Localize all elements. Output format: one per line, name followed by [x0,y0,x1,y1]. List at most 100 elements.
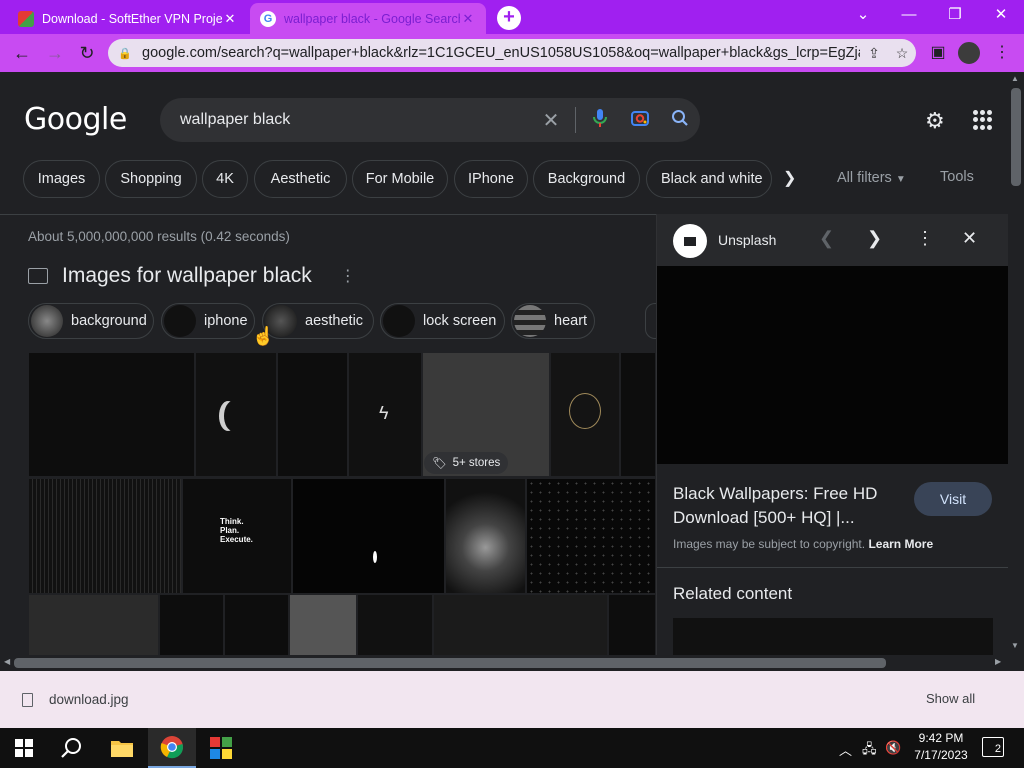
chevron-right-icon[interactable]: ❯ [867,228,882,249]
bookmark-star-icon[interactable]: ☆ [888,45,916,62]
vertical-scroll-thumb[interactable] [1011,88,1021,186]
scroll-left-arrow-icon[interactable]: ◀ [4,657,10,666]
filter-chip-for-mobile[interactable]: For Mobile [352,160,448,198]
filter-chip-images[interactable]: Images [23,160,100,198]
download-item[interactable]: download.jpg [22,692,129,707]
source-name[interactable]: Unsplash [718,232,776,248]
image-result-roses[interactable] [445,478,526,594]
search-icon[interactable] [660,109,700,132]
preview-image[interactable] [657,266,1008,464]
tab-search-button[interactable]: ⌄ [840,0,886,32]
back-button[interactable]: ← [7,38,37,68]
softether-taskbar-button[interactable] [197,728,245,768]
settings-gear-icon[interactable]: ⚙ [925,108,945,134]
profile-avatar-icon[interactable] [958,42,980,64]
start-button[interactable] [0,728,48,768]
clear-search-icon[interactable]: ✕ [531,108,571,133]
network-icon[interactable]: 🖧 [862,740,877,762]
notifications-icon[interactable]: 2 [982,737,1004,757]
related-chip-aesthetic[interactable]: aesthetic [262,303,374,339]
image-result-lightning[interactable]: ϟ [348,352,422,477]
image-result[interactable] [159,594,224,655]
share-icon[interactable]: ⇪ [860,45,888,62]
horizontal-scroll-thumb[interactable] [14,658,886,668]
chip-thumbnail [383,305,415,337]
microphone-icon[interactable] [580,108,620,133]
search-input[interactable]: wallpaper black [180,111,531,129]
menu-kebab-icon[interactable]: ⋮ [988,39,1016,67]
show-all-button[interactable]: Show all [926,691,975,706]
more-options-icon[interactable]: ⋮ [340,266,356,286]
related-chip-iphone[interactable]: iphone [161,303,255,339]
image-result-rose[interactable] [357,594,433,655]
image-result[interactable] [28,352,195,477]
image-result-stars[interactable] [526,478,656,594]
related-content-thumbnails[interactable] [673,618,993,655]
search-box[interactable]: wallpaper black ✕ [160,98,700,142]
restore-button[interactable]: ❐ [932,0,978,32]
image-result[interactable] [620,352,656,477]
filter-chip-iphone[interactable]: IPhone [454,160,528,198]
filter-chip-background[interactable]: Background [533,160,640,198]
image-result[interactable] [224,594,289,655]
side-panel-icon[interactable]: ▣ [924,39,952,67]
tab-softether[interactable]: Download - SoftEther VPN Proje ✕ [8,3,248,34]
google-favicon-icon: G [260,10,276,27]
related-chip-lock-screen[interactable]: lock screen [380,303,505,339]
chip-label: background [71,313,147,329]
image-result-candle[interactable] [292,478,445,594]
new-tab-button[interactable]: + [497,6,521,30]
close-tab-icon[interactable]: ✕ [460,11,476,27]
scroll-up-arrow-icon[interactable]: ▲ [1011,74,1019,83]
system-clock[interactable]: 9:42 PM 7/17/2023 [913,730,969,764]
show-hidden-icons-icon[interactable]: ︿ [839,740,852,759]
filter-chip-aesthetic[interactable]: Aesthetic [254,160,347,198]
chevron-left-icon[interactable]: ❮ [819,228,834,249]
lens-camera-icon[interactable] [620,108,660,133]
more-options-icon[interactable]: ⋮ [916,228,934,249]
close-tab-icon[interactable]: ✕ [222,11,238,27]
images-heading[interactable]: Images for wallpaper black [62,264,312,288]
close-panel-icon[interactable]: ✕ [962,228,977,249]
related-chip-background[interactable]: background [28,303,154,339]
chrome-taskbar-button[interactable] [148,728,196,768]
address-bar[interactable]: 🔒 google.com/search?q=wallpaper+black&rl… [108,39,916,67]
tab-google-search[interactable]: G wallpaper black - Google Search ✕ [250,3,486,34]
visit-button[interactable]: Visit [914,482,992,516]
learn-more-link[interactable]: Learn More [868,537,933,551]
preview-title[interactable]: Black Wallpapers: Free HD Download [500+… [673,482,903,530]
minimize-button[interactable]: — [886,0,932,32]
image-result[interactable] [289,594,357,655]
reload-button[interactable]: ↻ [72,38,102,68]
chip-thumbnail [514,305,546,337]
scroll-down-arrow-icon[interactable]: ▼ [1011,641,1019,650]
close-window-button[interactable]: ✕ [978,0,1024,32]
chevron-right-icon[interactable]: ❯ [783,168,796,188]
image-result-grass[interactable] [28,478,182,594]
url-text[interactable]: google.com/search?q=wallpaper+black&rlz=… [142,45,860,61]
filter-chip-black-and-white[interactable]: Black and white [646,160,772,198]
related-chip-heart[interactable]: heart [511,303,595,339]
search-taskbar-button[interactable] [48,728,96,768]
forward-button[interactable]: → [40,38,70,68]
image-result-think-plan[interactable]: Think. Plan. Execute. [182,478,292,594]
tools-button[interactable]: Tools [940,169,974,185]
image-result-wood[interactable] [433,594,608,655]
google-logo[interactable]: Google [24,102,127,137]
google-apps-icon[interactable] [973,110,993,130]
image-result-moon[interactable] [195,352,277,477]
all-filters-button[interactable]: All filters ▼ [837,170,906,186]
lock-icon[interactable]: 🔒 [118,47,132,60]
stores-badge-label: 5+ stores [452,457,501,469]
volume-muted-icon[interactable]: 🔇 [885,740,901,756]
filter-chip-4k[interactable]: 4K [202,160,248,198]
stores-badge[interactable]: 🏷 5+ stores [424,452,509,474]
filter-chip-shopping[interactable]: Shopping [105,160,197,198]
image-result[interactable] [608,594,656,655]
image-result[interactable] [277,352,348,477]
scroll-right-arrow-icon[interactable]: ▶ [995,657,1001,666]
unsplash-logo-icon[interactable] [673,224,707,258]
image-result[interactable] [28,594,159,655]
file-explorer-button[interactable] [98,728,146,768]
image-result-ornament[interactable] [550,352,620,477]
